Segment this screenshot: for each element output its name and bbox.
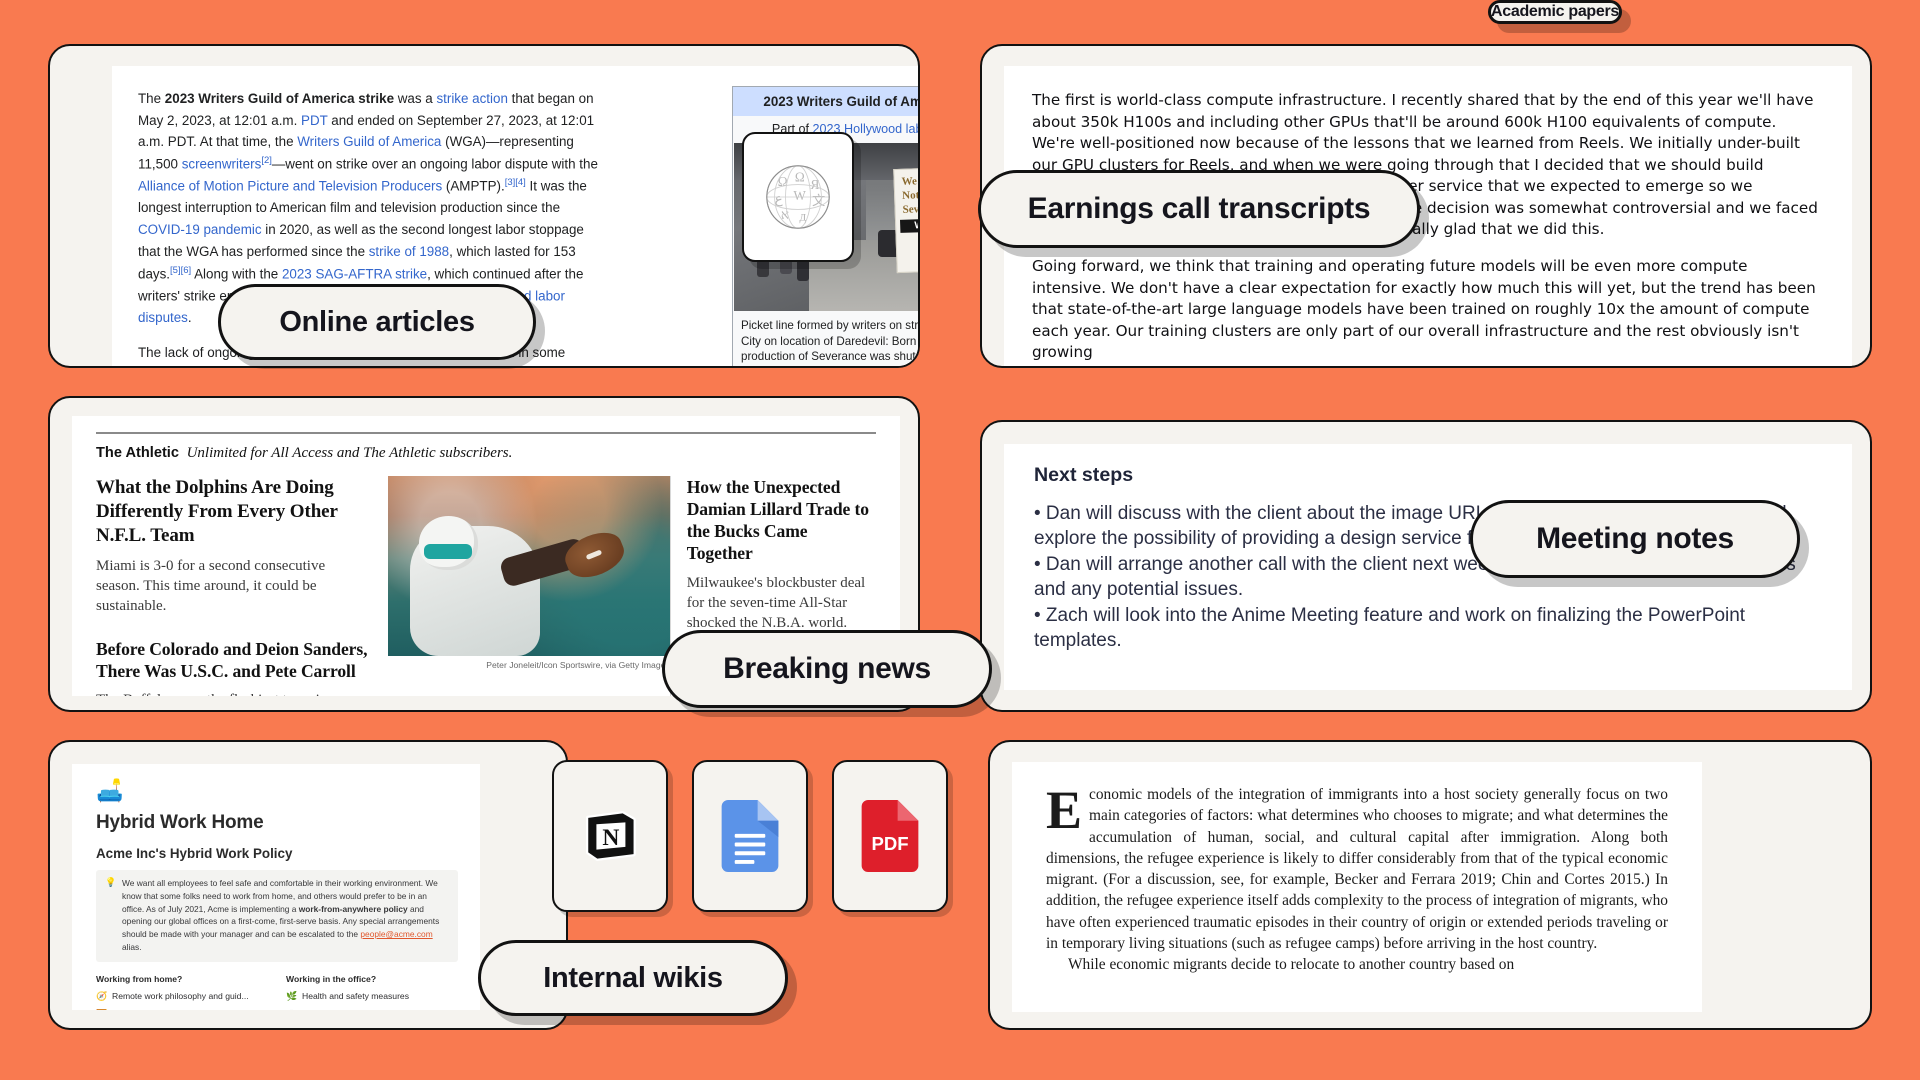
google-docs-icon	[721, 800, 779, 872]
picket-sign-strike: STRIKE	[897, 229, 918, 255]
news-column-photo: Peter Joneleit/Icon Sportswire, via Gett…	[387, 476, 670, 696]
email-link[interactable]: people@acme.com	[360, 929, 432, 939]
svg-text:N: N	[602, 825, 619, 851]
callout-text: We want all employees to feel safe and c…	[122, 878, 440, 952]
notion-page-body: 🛋️ Hybrid Work Home Acme Inc's Hybrid Wo…	[72, 764, 480, 1010]
wiki-reference[interactable]: [3][4]	[505, 177, 526, 188]
wiki-reference[interactable]: [2]	[261, 155, 272, 166]
athletic-tagline: Unlimited for All Access and The Athleti…	[186, 445, 513, 461]
label-earnings-call[interactable]: Earnings call transcripts	[978, 170, 1420, 248]
compass-icon: 🧭	[96, 990, 108, 1001]
pdf-icon: PDF	[861, 800, 919, 872]
svg-text:PDF: PDF	[871, 833, 908, 854]
wiki-link-label: Health and safety measures	[302, 991, 410, 1002]
paper-body: E conomic models of the integration of i…	[1012, 762, 1702, 975]
file-tile-pdf[interactable]: PDF	[832, 760, 948, 912]
lightbulb-icon: 💡	[105, 877, 117, 887]
story-headline[interactable]: Before Colorado and Deion Sanders, There…	[96, 638, 372, 682]
column-heading: Working in the office?	[286, 973, 377, 984]
picket-sign: We are Not IN Severance WRITERS GUILD ST…	[893, 164, 920, 273]
athletic-brand[interactable]: The Athletic	[96, 445, 179, 461]
callout-bold: work-from-anywhere policy	[298, 903, 408, 914]
svg-text:文: 文	[812, 193, 825, 208]
notion-icon: N	[585, 811, 636, 861]
wiki-link-row[interactable]: 🧭 Remote work philosophy and guid...	[96, 991, 264, 1002]
building-icon: 🏢	[286, 1009, 297, 1010]
svg-text:W: W	[793, 188, 806, 203]
wiki-link[interactable]: screenwriters	[182, 157, 262, 172]
label-internal-wikis[interactable]: Internal wikis	[478, 940, 788, 1016]
paper-document: E conomic models of the integration of i…	[1012, 762, 1702, 1012]
label-meeting-notes[interactable]: Meeting notes	[1470, 500, 1800, 578]
photo-icon: 🖼️	[96, 1009, 107, 1010]
wiki-link-row[interactable]: 🖼️ Remote resources (+Zoom backgr...	[96, 1009, 264, 1010]
svg-text:Я: Я	[810, 177, 819, 192]
news-column-left: What the Dolphins Are Doing Differently …	[96, 476, 388, 696]
wiki-link[interactable]: strike of 1988	[369, 244, 449, 259]
paper-paragraph-2: While economic migrants decide to reloca…	[1068, 956, 1515, 973]
wikipedia-globe-icon: Ω ΩЯ عW文 אд	[766, 165, 830, 229]
paper-paragraph-1: conomic models of the integration of imm…	[1046, 786, 1668, 952]
action-item: • Zach will look into the Anime Meeting …	[1034, 605, 1746, 652]
story-headline[interactable]: How the Unexpected Damian Lillard Trade …	[687, 476, 876, 565]
canvas: The 2023 Writers Guild of America strike…	[0, 0, 1920, 1080]
notion-link-columns: Working from home? 🧭 Remote work philosop…	[96, 974, 458, 1010]
story-dek: Milwaukee's blockbuster deal for the sev…	[686, 574, 866, 631]
column-heading: Working from home?	[96, 973, 183, 984]
wiki-link-row[interactable]: 🏢 General office guidelines	[286, 1009, 454, 1010]
drop-cap: E	[1046, 780, 1083, 840]
svg-text:ع: ع	[775, 191, 783, 207]
svg-text:Ω: Ω	[795, 169, 805, 184]
wiki-link-label: Remote work philosophy and guid...	[112, 991, 249, 1002]
wiki-link[interactable]: Writers Guild of America	[297, 134, 441, 149]
wiki-link-label: General office guidelines	[302, 1009, 396, 1010]
wiki-reference[interactable]: [5][6]	[170, 265, 191, 276]
label-academic-papers[interactable]: Academic papers	[1488, 0, 1623, 24]
notion-page-title: Hybrid Work Home	[96, 812, 264, 833]
leaf-icon: 🌿	[286, 990, 298, 1001]
story-dek: The Buffaloes are the flashiest team in	[96, 690, 372, 696]
picket-sign-handwriting: We are Not IN Severance	[901, 174, 920, 215]
athletic-brand-line: The Athletic Unlimited for All Access an…	[96, 444, 876, 462]
picket-sign-band: WRITERS GUILD	[900, 215, 918, 233]
wiki-reference[interactable]: [7][8][9]	[404, 365, 436, 366]
infobox-caption: Picket line formed by writers on strike …	[741, 319, 919, 364]
wiki-link[interactable]: COVID-19 pandemic	[138, 222, 262, 237]
notion-column-home: Working from home? 🧭 Remote work philosop…	[96, 974, 264, 1010]
section-divider	[96, 432, 876, 434]
label-breaking-news[interactable]: Breaking news	[662, 630, 992, 708]
notion-column-office: Working in the office? 🌿 Health and safet…	[286, 974, 454, 1010]
photo-helmet	[418, 515, 478, 570]
wiki-link[interactable]: Alliance of Motion Picture and Televisio…	[138, 179, 442, 194]
wiki-link[interactable]: 2023 SAG-AFTRA strike	[282, 266, 427, 281]
transcript-paragraph-2: Going forward, we think that training an…	[1032, 257, 1816, 362]
wiki-link[interactable]: PDT	[301, 113, 328, 128]
wiki-link-row[interactable]: 🌿 Health and safety measures	[286, 991, 454, 1002]
story-headline[interactable]: What the Dolphins Are Doing Differently …	[96, 476, 372, 548]
story-photo	[387, 476, 670, 656]
infobox-title: 2023 Writers Guild of America strike	[733, 87, 918, 116]
notion-page: 🛋️ Hybrid Work Home Acme Inc's Hybrid Wo…	[72, 764, 480, 1010]
article-subject: 2023 Writers Guild of America strike	[164, 91, 395, 106]
label-online-articles[interactable]: Online articles	[218, 284, 536, 360]
notion-page-subtitle: Acme Inc's Hybrid Work Policy	[96, 846, 293, 861]
photo-credit: Peter Joneleit/Icon Sportswire, via Gett…	[486, 660, 670, 670]
wiki-link[interactable]: strike action	[436, 91, 507, 106]
photo-jersey-stripe	[424, 544, 473, 559]
couch-lamp-icon: 🛋️	[96, 778, 124, 803]
wikipedia-globe-thumbnail[interactable]: ΩΩЯ عW文 אд	[742, 132, 854, 262]
card-academic-papers: E conomic models of the integration of i…	[988, 740, 1872, 1030]
file-tile-google-docs[interactable]	[692, 760, 808, 912]
notion-callout: 💡 We want all employees to feel safe and…	[96, 870, 458, 962]
story-dek: Miami is 3-0 for a second consecutive se…	[96, 557, 326, 614]
wiki-link-label: Remote resources (+Zoom backgr...	[112, 1009, 249, 1010]
meeting-notes-heading: Next steps	[1034, 464, 1134, 486]
file-tile-notion[interactable]: N	[552, 760, 668, 912]
